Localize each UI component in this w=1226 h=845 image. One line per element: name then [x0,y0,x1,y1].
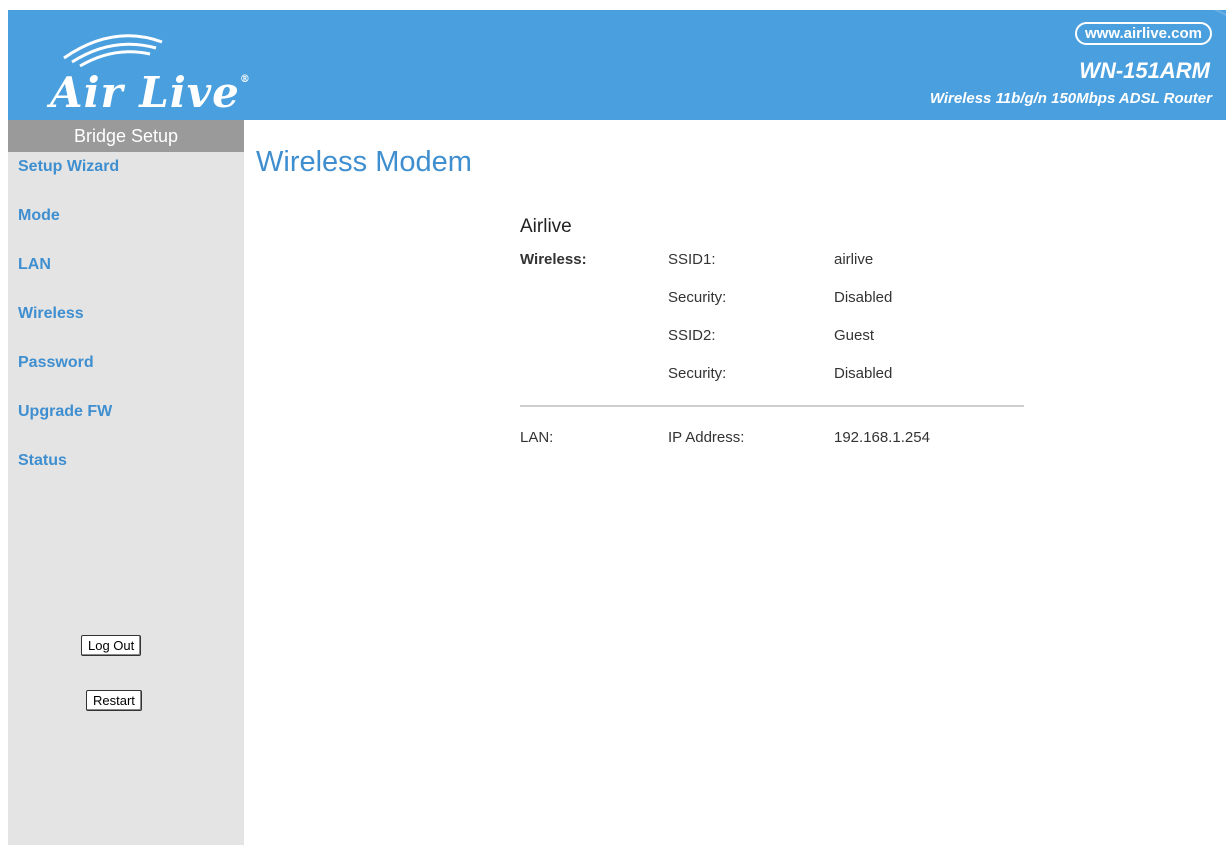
sidebar-item-status[interactable]: Status [8,446,244,495]
ssid2-value: Guest [834,327,875,344]
wireless-row: Wireless: SSID1: airlive [520,251,1024,289]
security1-label: Security: [668,289,727,306]
logout-button[interactable]: Log Out [81,635,142,656]
page-title: Wireless Modem [256,146,472,178]
app-frame: Air Live® www.airlive.com WN-151ARM Wire… [8,10,1226,845]
sidebar-item-wireless[interactable]: Wireless [8,299,244,348]
logo-wordmark: Air Live® [50,68,251,117]
sidebar-item-password[interactable]: Password [8,348,244,397]
main-content: Wireless Modem Airlive Wireless: SSID1: … [244,120,1226,845]
restart-button[interactable]: Restart [86,690,142,711]
sidebar-item-setup-wizard[interactable]: Setup Wizard [8,152,244,201]
registered-mark: ® [239,74,251,85]
section-divider [520,405,1024,407]
sidebar-item-lan[interactable]: LAN [8,250,244,299]
status-panel: Airlive Wireless: SSID1: airlive Securit… [520,216,1024,467]
wireless-row: Security: Disabled [520,365,1024,403]
ssid1-value: airlive [834,251,874,268]
wireless-row: SSID2: Guest [520,327,1024,365]
ip-address-label: IP Address: [668,429,745,446]
sidebar-nav: Setup Wizard Mode LAN Wireless Password … [8,152,244,495]
header-banner: Air Live® www.airlive.com WN-151ARM Wire… [8,10,1226,120]
model-name: WN-151ARM [1079,58,1210,83]
sidebar-title: Bridge Setup [8,120,244,152]
panel-title: Airlive [520,216,572,237]
wireless-section-label: Wireless: [520,251,587,268]
wireless-row: Security: Disabled [520,289,1024,327]
product-tagline: Wireless 11b/g/n 150Mbps ADSL Router [929,90,1212,107]
security1-value: Disabled [834,289,893,306]
sidebar-item-mode[interactable]: Mode [8,201,244,250]
airlive-logo: Air Live® [38,28,298,117]
ip-address-value: 192.168.1.254 [834,429,930,446]
website-link[interactable]: www.airlive.com [1075,22,1212,45]
lan-section-label: LAN: [520,429,554,446]
brand-name: Air Live [50,68,240,117]
ssid2-label: SSID2: [668,327,716,344]
sidebar-item-upgrade-fw[interactable]: Upgrade FW [8,397,244,446]
lan-row: LAN: IP Address: 192.168.1.254 [520,429,1024,467]
security2-label: Security: [668,365,727,382]
wireless-arcs-icon [63,34,163,68]
security2-value: Disabled [834,365,893,382]
ssid1-label: SSID1: [668,251,716,268]
sidebar: Bridge Setup Setup Wizard Mode LAN Wirel… [8,120,244,845]
